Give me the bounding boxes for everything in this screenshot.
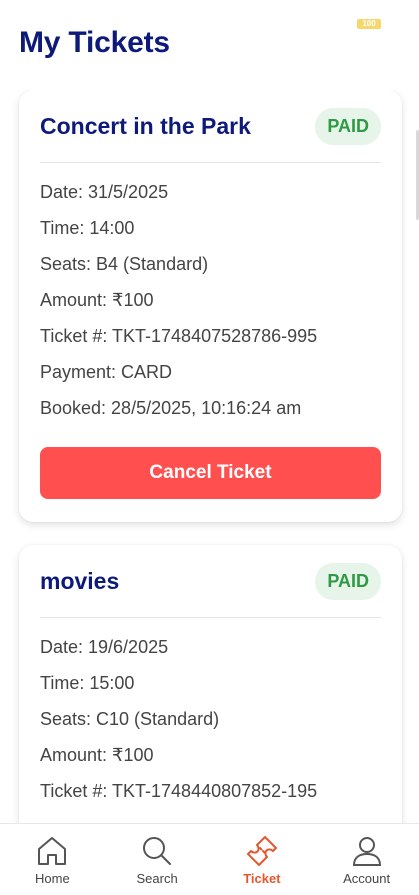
nav-search-label: Search (136, 871, 178, 886)
ticket-seats: Seats: C10 (Standard) (40, 709, 220, 729)
nav-ticket-label: Ticket (243, 871, 281, 886)
ticket-title: movies (40, 567, 120, 594)
paid-badge: PAID (315, 562, 381, 600)
ticket-date: Date: 31/5/2025 (40, 182, 169, 202)
ticket-time: Time: 14:00 (40, 218, 135, 238)
ticket-header: Concert in the Park PAID (40, 90, 381, 163)
paid-badge: PAID (315, 107, 381, 145)
account-icon (352, 837, 381, 866)
tickets-list[interactable]: Concert in the Park PAID Date: 31/5/2025… (0, 90, 419, 823)
ticket-icon (246, 836, 277, 866)
page-title: My Tickets (19, 26, 170, 59)
status-badge: 100 (357, 19, 381, 29)
ticket-details: Date: 31/5/2025 Time: 14:00 Seats: B4 (S… (40, 163, 381, 431)
search-icon (143, 837, 172, 865)
ticket-amount: Amount: ₹100 (40, 745, 154, 765)
cancel-ticket-button[interactable]: Cancel Ticket (40, 447, 381, 499)
ticket-time: Time: 15:00 (40, 673, 135, 693)
nav-account[interactable]: Account (314, 824, 419, 895)
nav-ticket[interactable]: Ticket (210, 824, 315, 895)
bottom-nav: Home Search Ticket Account (0, 823, 419, 895)
ticket-amount: Amount: ₹100 (40, 290, 154, 310)
ticket-date: Date: 19/6/2025 (40, 637, 169, 657)
ticket-title: Concert in the Park (40, 112, 251, 139)
nav-home[interactable]: Home (0, 824, 105, 895)
nav-account-label: Account (343, 871, 391, 886)
nav-search[interactable]: Search (105, 824, 210, 895)
ticket-seats: Seats: B4 (Standard) (40, 254, 209, 274)
ticket-number: Ticket #: TKT-1748440807852-195 (40, 781, 318, 801)
ticket-card: Concert in the Park PAID Date: 31/5/2025… (19, 90, 402, 522)
home-icon (38, 837, 67, 865)
ticket-details: Date: 19/6/2025 Time: 15:00 Seats: C10 (… (40, 618, 381, 814)
ticket-number: Ticket #: TKT-1748407528786-995 (40, 326, 318, 346)
ticket-payment: Payment: CARD (40, 362, 173, 382)
nav-home-label: Home (35, 871, 70, 886)
ticket-booked: Booked: 28/5/2025, 10:16:24 am (40, 398, 302, 418)
ticket-card: movies PAID Date: 19/6/2025 Time: 15:00 … (19, 545, 402, 823)
ticket-header: movies PAID (40, 545, 381, 618)
